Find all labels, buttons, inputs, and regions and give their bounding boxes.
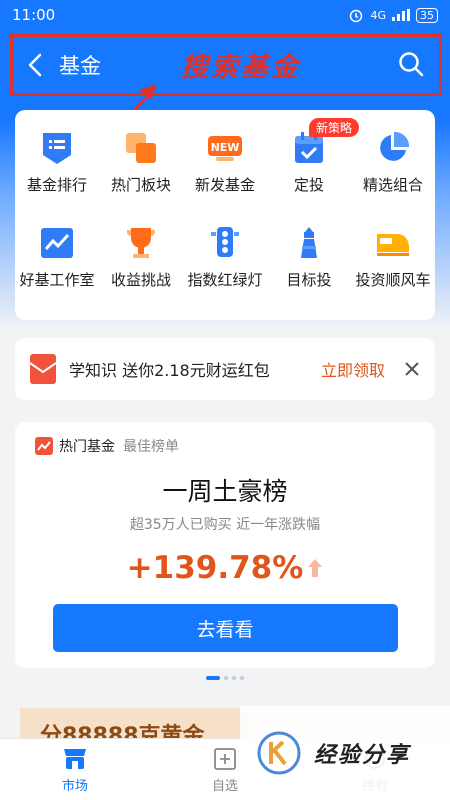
grid-item-challenge[interactable]: 收益挑战 — [99, 225, 183, 320]
grid-item-new-fund[interactable]: NEW 新发基金 — [183, 130, 267, 225]
search-button[interactable] — [393, 46, 429, 82]
grid-label: 投资顺风车 — [355, 271, 431, 289]
fund-return-value: +139.78% — [126, 550, 304, 586]
trend-badge-icon — [35, 437, 53, 455]
grid-item-index-lights[interactable]: 指数红绿灯 — [183, 225, 267, 320]
train-icon — [375, 225, 411, 261]
status-bar: 11:00 4G 35 — [0, 0, 450, 30]
watermark: 经验分享 — [240, 706, 450, 800]
watermark-logo — [257, 731, 301, 775]
fund-card-subtitle: 超35万人已购买 近一年涨跌幅 — [129, 517, 321, 533]
grid-label: 精选组合 — [362, 176, 423, 194]
carousel-dot — [232, 676, 236, 680]
grid-label: 好基工作室 — [19, 271, 95, 289]
tab-market[interactable]: 市场 — [0, 739, 150, 800]
alarm-icon — [350, 9, 363, 23]
claim-now-link[interactable]: 立即领取 — [321, 357, 385, 381]
grid-label: 指数红绿灯 — [187, 271, 263, 289]
network-label: 4G — [370, 8, 386, 22]
grid-row-1: 基金排行 热门板块 NEW 新发基金 新策略 定投 精选组合 — [15, 118, 435, 225]
annotation-label: 搜索基金 — [181, 52, 301, 83]
grid-label: 定投 — [293, 176, 324, 194]
grid-label: 收益挑战 — [110, 271, 171, 289]
tab-label: 自选 — [211, 779, 238, 794]
fund-card-title: 一周土豪榜 — [162, 477, 288, 506]
add-watchlist-icon — [214, 748, 236, 770]
grid-item-fund-ranking[interactable]: 基金排行 — [15, 130, 99, 225]
close-promo-button[interactable] — [403, 360, 421, 378]
search-header: 基金 搜索基金 — [10, 34, 442, 96]
chart-trend-icon — [39, 225, 75, 261]
grid-item-target-invest[interactable]: 目标投 — [267, 225, 351, 320]
signal-icon — [392, 9, 410, 21]
carousel-dots — [0, 676, 450, 680]
grid-label: 新发基金 — [194, 176, 255, 194]
tab-label: 市场 — [61, 779, 88, 794]
best-list-label: 最佳榜单 — [123, 439, 179, 455]
chevron-left-icon — [28, 53, 42, 77]
svg-text:NEW: NEW — [211, 141, 240, 154]
status-icons: 4G 35 — [348, 7, 438, 23]
fund-card-header: 热门基金 最佳榜单 — [15, 422, 435, 456]
grid-item-auto-invest[interactable]: 新策略 定投 — [267, 118, 360, 225]
up-arrow-icon — [308, 559, 323, 577]
grid-row-2: 好基工作室 收益挑战 指数红绿灯 目标投 投资顺风车 — [15, 225, 435, 320]
fund-tools-grid: 基金排行 热门板块 NEW 新发基金 新策略 定投 精选组合 好基工作室 收益挑… — [15, 110, 435, 320]
grid-item-studio[interactable]: 好基工作室 — [15, 225, 99, 320]
traffic-light-icon — [207, 225, 243, 261]
watermark-text: 经验分享 — [314, 743, 411, 768]
hot-fund-card: 热门基金 最佳榜单 一周土豪榜 超35万人已购买 近一年涨跌幅 +139.78%… — [15, 422, 435, 668]
lighthouse-icon — [291, 225, 327, 261]
grid-item-tailwind[interactable]: 投资顺风车 — [351, 225, 435, 320]
fund-ranking-icon — [39, 130, 75, 166]
grid-item-portfolio[interactable]: 精选组合 — [351, 130, 435, 225]
grid-label: 基金排行 — [26, 176, 87, 194]
close-icon — [405, 362, 419, 376]
status-time: 11:00 — [12, 6, 56, 24]
back-button[interactable] — [19, 45, 51, 85]
fund-return-row: +139.78% — [15, 550, 435, 586]
carousel-dot — [240, 676, 244, 680]
battery-indicator: 35 — [416, 7, 438, 23]
promo-banner[interactable]: 学知识 送你2.18元财运红包 立即领取 — [15, 338, 435, 400]
page-title: 基金 — [59, 54, 101, 78]
carousel-dot — [224, 676, 228, 680]
promo-text: 学知识 送你2.18元财运红包 — [69, 361, 270, 380]
view-button[interactable]: 去看看 — [52, 604, 398, 652]
search-icon — [399, 52, 424, 77]
trophy-icon — [123, 225, 159, 261]
carousel-dot — [206, 676, 220, 680]
grid-label: 目标投 — [286, 271, 332, 289]
hot-fund-label: 热门基金 — [59, 439, 115, 455]
grid-item-hot-sector[interactable]: 热门板块 — [99, 130, 183, 225]
pie-chart-icon — [375, 130, 411, 166]
grid-label: 热门板块 — [110, 176, 171, 194]
new-fund-icon: NEW — [207, 130, 243, 166]
hot-sector-icon — [123, 130, 159, 166]
market-icon — [64, 749, 86, 769]
red-packet-icon — [29, 353, 57, 385]
